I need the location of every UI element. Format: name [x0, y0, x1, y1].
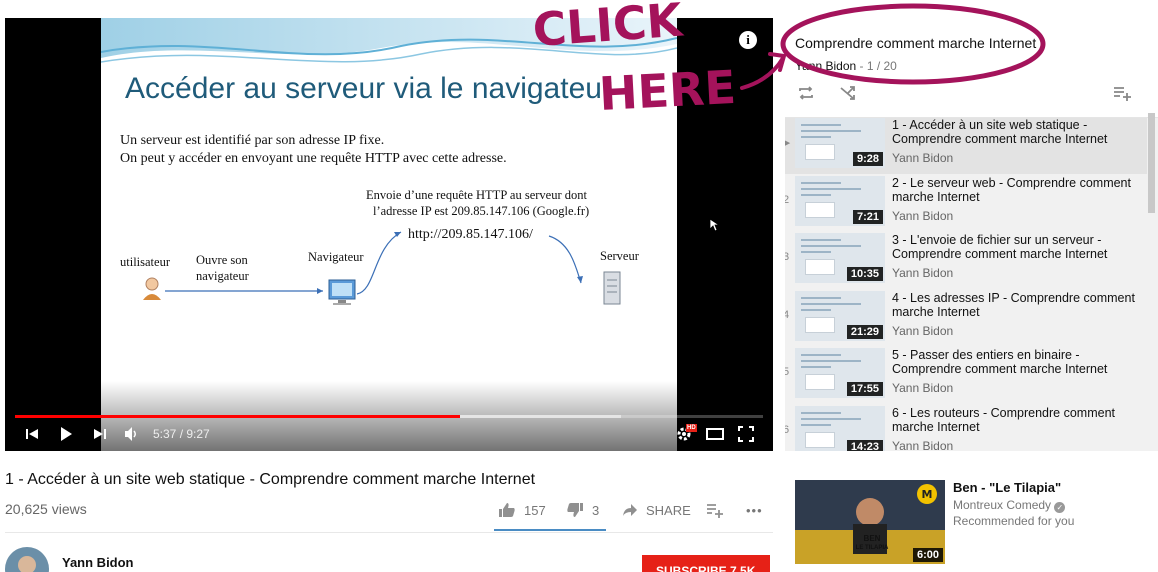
fullscreen-icon[interactable] [735, 423, 757, 445]
view-count: 20,625 views [5, 501, 87, 517]
mouse-cursor-icon [709, 218, 719, 232]
like-button[interactable]: 157 [498, 500, 546, 520]
playlist-position: - 1 / 20 [856, 59, 897, 73]
recommended-channel-name: Montreux Comedy [953, 498, 1052, 512]
playlist-item-author: Yann Bidon [892, 151, 954, 165]
dislike-count: 3 [592, 502, 600, 518]
playlist-scrollbar[interactable] [1148, 113, 1155, 213]
thumbs-up-icon [499, 503, 515, 517]
video-title: 1 - Accéder à un site web statique - Com… [5, 471, 536, 488]
next-icon[interactable] [89, 423, 111, 445]
channel-name[interactable]: Yann Bidon [62, 555, 134, 570]
playlist-item[interactable]: 5 17:55 5 - Passer des entiers en binaire … [785, 348, 1147, 404]
loop-icon[interactable] [797, 84, 817, 102]
add-to-playlist-button[interactable] [706, 500, 724, 520]
playlist-item-duration: 14:23 [846, 439, 883, 451]
playlist-item[interactable]: 6 14:23 6 - Les routeurs - Comprendre comm… [785, 405, 1147, 452]
youtube-watch-page: Accéder au serveur via le navigateur Un … [0, 0, 1158, 572]
play-icon[interactable] [55, 423, 77, 445]
playlist-item-author: Yann Bidon [892, 323, 954, 338]
playlist-item-title[interactable]: 5 - Passer des entiers en binaire - Comp… [892, 348, 1142, 376]
playlist-item[interactable]: 2 7:21 2 - Le serveur web - Comprendre com… [785, 175, 1147, 232]
recommended-duration: 6:00 [912, 548, 943, 562]
playlist-item-duration: 7:21 [852, 209, 883, 224]
playlist-item-author: Yann Bidon [892, 208, 954, 223]
playlist-item-duration: 21:29 [846, 324, 883, 339]
save-playlist-icon[interactable] [1113, 84, 1133, 102]
playlist-item[interactable]: 4 21:29 4 - Les adresses IP - Comprendre c… [785, 290, 1147, 347]
progress-played [15, 415, 461, 418]
monitor-icon [328, 279, 356, 305]
playlist-item-duration: 17:55 [846, 382, 883, 396]
recommended-channel[interactable]: Montreux Comedy ✓ [953, 498, 1066, 513]
playlist-item-duration: 10:35 [846, 267, 883, 281]
playlist-item-thumbnail[interactable]: 7:21 [795, 175, 885, 226]
playlist-title[interactable]: Comprendre comment marche Internet [795, 35, 1036, 51]
shuffle-icon[interactable] [839, 84, 859, 102]
playlist-item[interactable]: ▶ 9:28 1 - Accéder à un site web statique … [785, 118, 1147, 174]
playlist-item-thumbnail[interactable]: 17:55 [795, 348, 885, 398]
theater-mode-icon[interactable] [704, 423, 726, 445]
add-to-playlist-icon [707, 504, 723, 518]
settings-gear-icon[interactable]: HD [674, 423, 697, 445]
like-count: 157 [524, 502, 546, 518]
playlist-item-title[interactable]: 6 - Les routeurs - Comprendre comment ma… [892, 406, 1142, 434]
playlist-item-author: Yann Bidon [892, 438, 954, 452]
share-button[interactable]: SHARE [622, 500, 691, 520]
recommended-thumbnail[interactable]: M BEN LE TILAPIA 6:00 [795, 480, 945, 564]
playlist-author[interactable]: Yann Bidon [795, 59, 856, 73]
volume-icon[interactable] [121, 423, 143, 445]
subscribe-button[interactable]: SUBSCRIBE 7.5K [642, 555, 770, 572]
like-ratio-bar [494, 529, 606, 531]
playlist-item-thumbnail[interactable]: 9:28 [795, 118, 885, 168]
hd-badge: HD [686, 424, 697, 432]
progress-bar[interactable] [15, 415, 763, 418]
previous-icon[interactable] [21, 423, 43, 445]
verified-icon: ✓ [1054, 502, 1066, 513]
time-display: 5:37 / 9:27 [153, 427, 210, 441]
playlist-header: Comprendre comment marche Internet Yann … [785, 18, 1158, 118]
playlist-item-author: Yann Bidon [892, 381, 954, 395]
playlist-item-title[interactable]: 4 - Les adresses IP - Comprendre comment… [892, 291, 1142, 319]
playlist-item-duration: 9:28 [852, 152, 883, 166]
playlist-item-thumbnail[interactable]: 21:29 [795, 290, 885, 341]
recommended-thumb-caption-1: BEN [863, 534, 881, 543]
playlist-subtitle: Yann Bidon - 1 / 20 [795, 59, 897, 73]
playlist-panel: Comprendre comment marche Internet Yann … [785, 18, 1158, 451]
playlist-item-title[interactable]: 2 - Le serveur web - Comprendre comment … [892, 176, 1142, 204]
user-icon [143, 277, 161, 300]
playlist-item-thumbnail[interactable]: 10:35 [795, 233, 885, 283]
share-icon [623, 504, 637, 516]
playlist-item-title[interactable]: 3 - L'envoie de fichier sur un serveur -… [892, 233, 1142, 261]
playlist-item[interactable]: 3 10:35 3 - L'envoie de fichier sur un ser… [785, 233, 1147, 289]
playlist-item-author: Yann Bidon [892, 266, 954, 280]
channel-avatar[interactable] [5, 547, 49, 572]
server-icon [603, 271, 621, 305]
recommended-title[interactable]: Ben - "Le Tilapia" [953, 480, 1061, 495]
thumbs-down-icon [567, 503, 583, 517]
playlist-item-title[interactable]: 1 - Accéder à un site web statique - Com… [892, 118, 1142, 146]
more-actions-icon[interactable]: ••• [746, 500, 763, 520]
recommended-thumb-caption-2: LE TILAPIA [855, 545, 889, 551]
playlist-item-thumbnail[interactable]: 14:23 [795, 405, 885, 451]
divider [5, 532, 773, 533]
share-label: SHARE [646, 502, 691, 518]
svg-text:M: M [922, 488, 933, 501]
recommended-note: Recommended for you [953, 514, 1075, 528]
info-icon[interactable]: i [739, 31, 757, 49]
video-player[interactable]: Accéder au serveur via le navigateur Un … [5, 18, 773, 451]
dislike-button[interactable]: 3 [566, 500, 599, 520]
